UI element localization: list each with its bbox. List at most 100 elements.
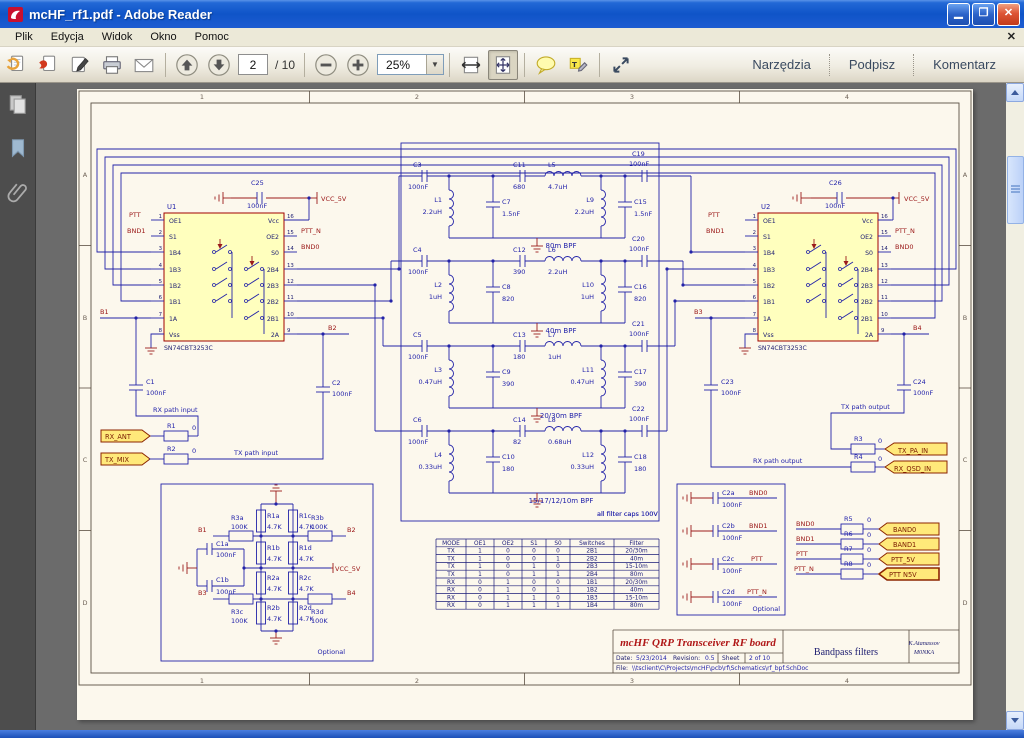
document-canvas[interactable]: U1SN74CBT3253C1OE12S131B441B351B261B171A… [36,83,1006,730]
zoom-in-button[interactable] [343,50,373,80]
shape [308,531,332,541]
junction-dot [491,344,494,347]
schematic-label: 100nF [216,588,237,596]
window-title: mcHF_rf1.pdf - Adobe Reader [29,7,947,22]
schematic-label: OE2 [860,234,873,241]
schematic-label: BND0 [301,243,319,251]
zoom-level-combo[interactable]: 25% ▼ [377,54,444,75]
print-button[interactable] [97,50,127,80]
close-button[interactable]: ✕ [997,3,1020,26]
email-button[interactable] [129,50,159,80]
schematic-label: B2 [347,526,356,534]
export-pdf-button[interactable] [33,50,63,80]
page-number-input[interactable]: 2 [238,54,268,75]
schematic-label: S1 [169,234,177,241]
wire [297,318,383,346]
wire [449,275,454,311]
schematic-label: 0 [478,603,482,609]
scroll-down-button[interactable] [1006,711,1024,730]
junction-dot [623,259,626,262]
schematic-label: 14 [881,246,888,252]
schematic-label: 10 [881,312,888,318]
text-highlight-button[interactable]: T [563,50,593,80]
schematic-label: 9 [287,328,291,334]
schematic-label: C2b [722,522,735,530]
schematic-label: L8 [548,416,556,424]
menu-item-okno[interactable]: Okno [141,30,185,44]
menu-item-plik[interactable]: Plik [6,30,42,44]
menu-item-pomoc[interactable]: Pomoc [186,30,238,44]
zoom-dropdown-icon[interactable]: ▼ [426,55,443,74]
toolbar-button-podpisz[interactable]: Podpisz [831,57,913,72]
attachments-icon[interactable] [7,181,29,203]
schematic-label: 15 [287,230,294,236]
sign-button[interactable] [65,50,95,80]
schematic-label: C1b [216,576,229,584]
schematic-label: BAND1 [893,541,916,549]
menu-item-edycja[interactable]: Edycja [42,30,93,44]
previous-page-button[interactable] [172,50,202,80]
schematic-label: 1 [506,588,510,594]
schematic-label: Vcc [268,218,280,225]
pdf-page[interactable]: U1SN74CBT3253C1OE12S131B441B351B261B171A… [77,89,973,720]
schematic-label: S1 [763,234,771,241]
schematic-label: 1B2 [169,283,181,290]
schematic-label: Filter [629,541,644,547]
vertical-scrollbar[interactable] [1006,83,1024,730]
schematic-label: L3 [434,366,442,374]
schematic-label: 2 [415,677,419,685]
schematic-label: Bandpass filters [814,647,878,658]
fullscreen-icon [610,54,632,76]
scrollbar-thumb[interactable] [1007,156,1024,224]
junction-dot [373,283,376,286]
minimize-button[interactable]: ▁ [947,3,970,26]
menu-item-widok[interactable]: Widok [93,30,142,44]
page-thumbnails-icon[interactable] [7,93,29,115]
schematic-label: 100nF [825,202,846,210]
schematic-label: PTT_N [794,565,814,573]
zoom-out-button[interactable] [311,50,341,80]
toolbar-button-narzędzia[interactable]: Narzędzia [734,57,829,72]
save-copy-button[interactable] [1,50,31,80]
pdf-app-icon [7,6,24,23]
schematic-label: 0 [478,588,482,594]
schematic-label: 4.7K [267,615,282,623]
schematic-label: 4.7K [267,555,282,563]
schematic-label: PTT [708,211,720,219]
scroll-up-button[interactable] [1006,83,1024,102]
schematic-label: 0 [532,549,536,555]
fit-width-button[interactable] [456,50,486,80]
schematic-label: 1 [506,595,510,601]
schematic-label: R1c [299,512,312,520]
schematic-label: 15-10m [625,564,648,570]
junction-dot [599,174,602,177]
schematic-label: 16 [287,214,294,220]
schematic-label: C17 [634,368,647,376]
schematic-label: 180 [634,465,646,473]
schematic-label: 100nF [408,183,429,191]
schematic-label: 2.2uH [548,268,567,276]
schematic-label: 2A [271,332,280,339]
schematic-label: R8 [844,560,853,568]
schematic-label: TX [446,556,455,562]
comment-bubble-button[interactable] [531,50,561,80]
schematic-label: TX [446,564,455,570]
schematic-label: 40m [630,556,643,562]
schematic-label: 2B4 [267,267,279,274]
fit-page-button[interactable] [488,50,518,80]
schematic-label: S0 [865,250,873,257]
scroll-up-icon [1011,90,1019,95]
bookmarks-icon[interactable] [7,137,29,159]
next-page-button[interactable] [204,50,234,80]
navigation-pane [0,83,36,730]
schematic-label: 820 [634,295,646,303]
schematic-label: C13 [513,331,526,339]
schematic-label: 3 [159,246,162,252]
menubar-close-icon[interactable]: ✕ [1007,30,1016,43]
schematic-label: 0 [878,437,882,445]
restore-button[interactable]: ❐ [972,3,995,26]
schematic-label: B2 [328,324,337,332]
toolbar-button-komentarz[interactable]: Komentarz [915,57,1014,72]
fullscreen-button[interactable] [606,50,636,80]
schematic-label: 100K [231,523,248,531]
